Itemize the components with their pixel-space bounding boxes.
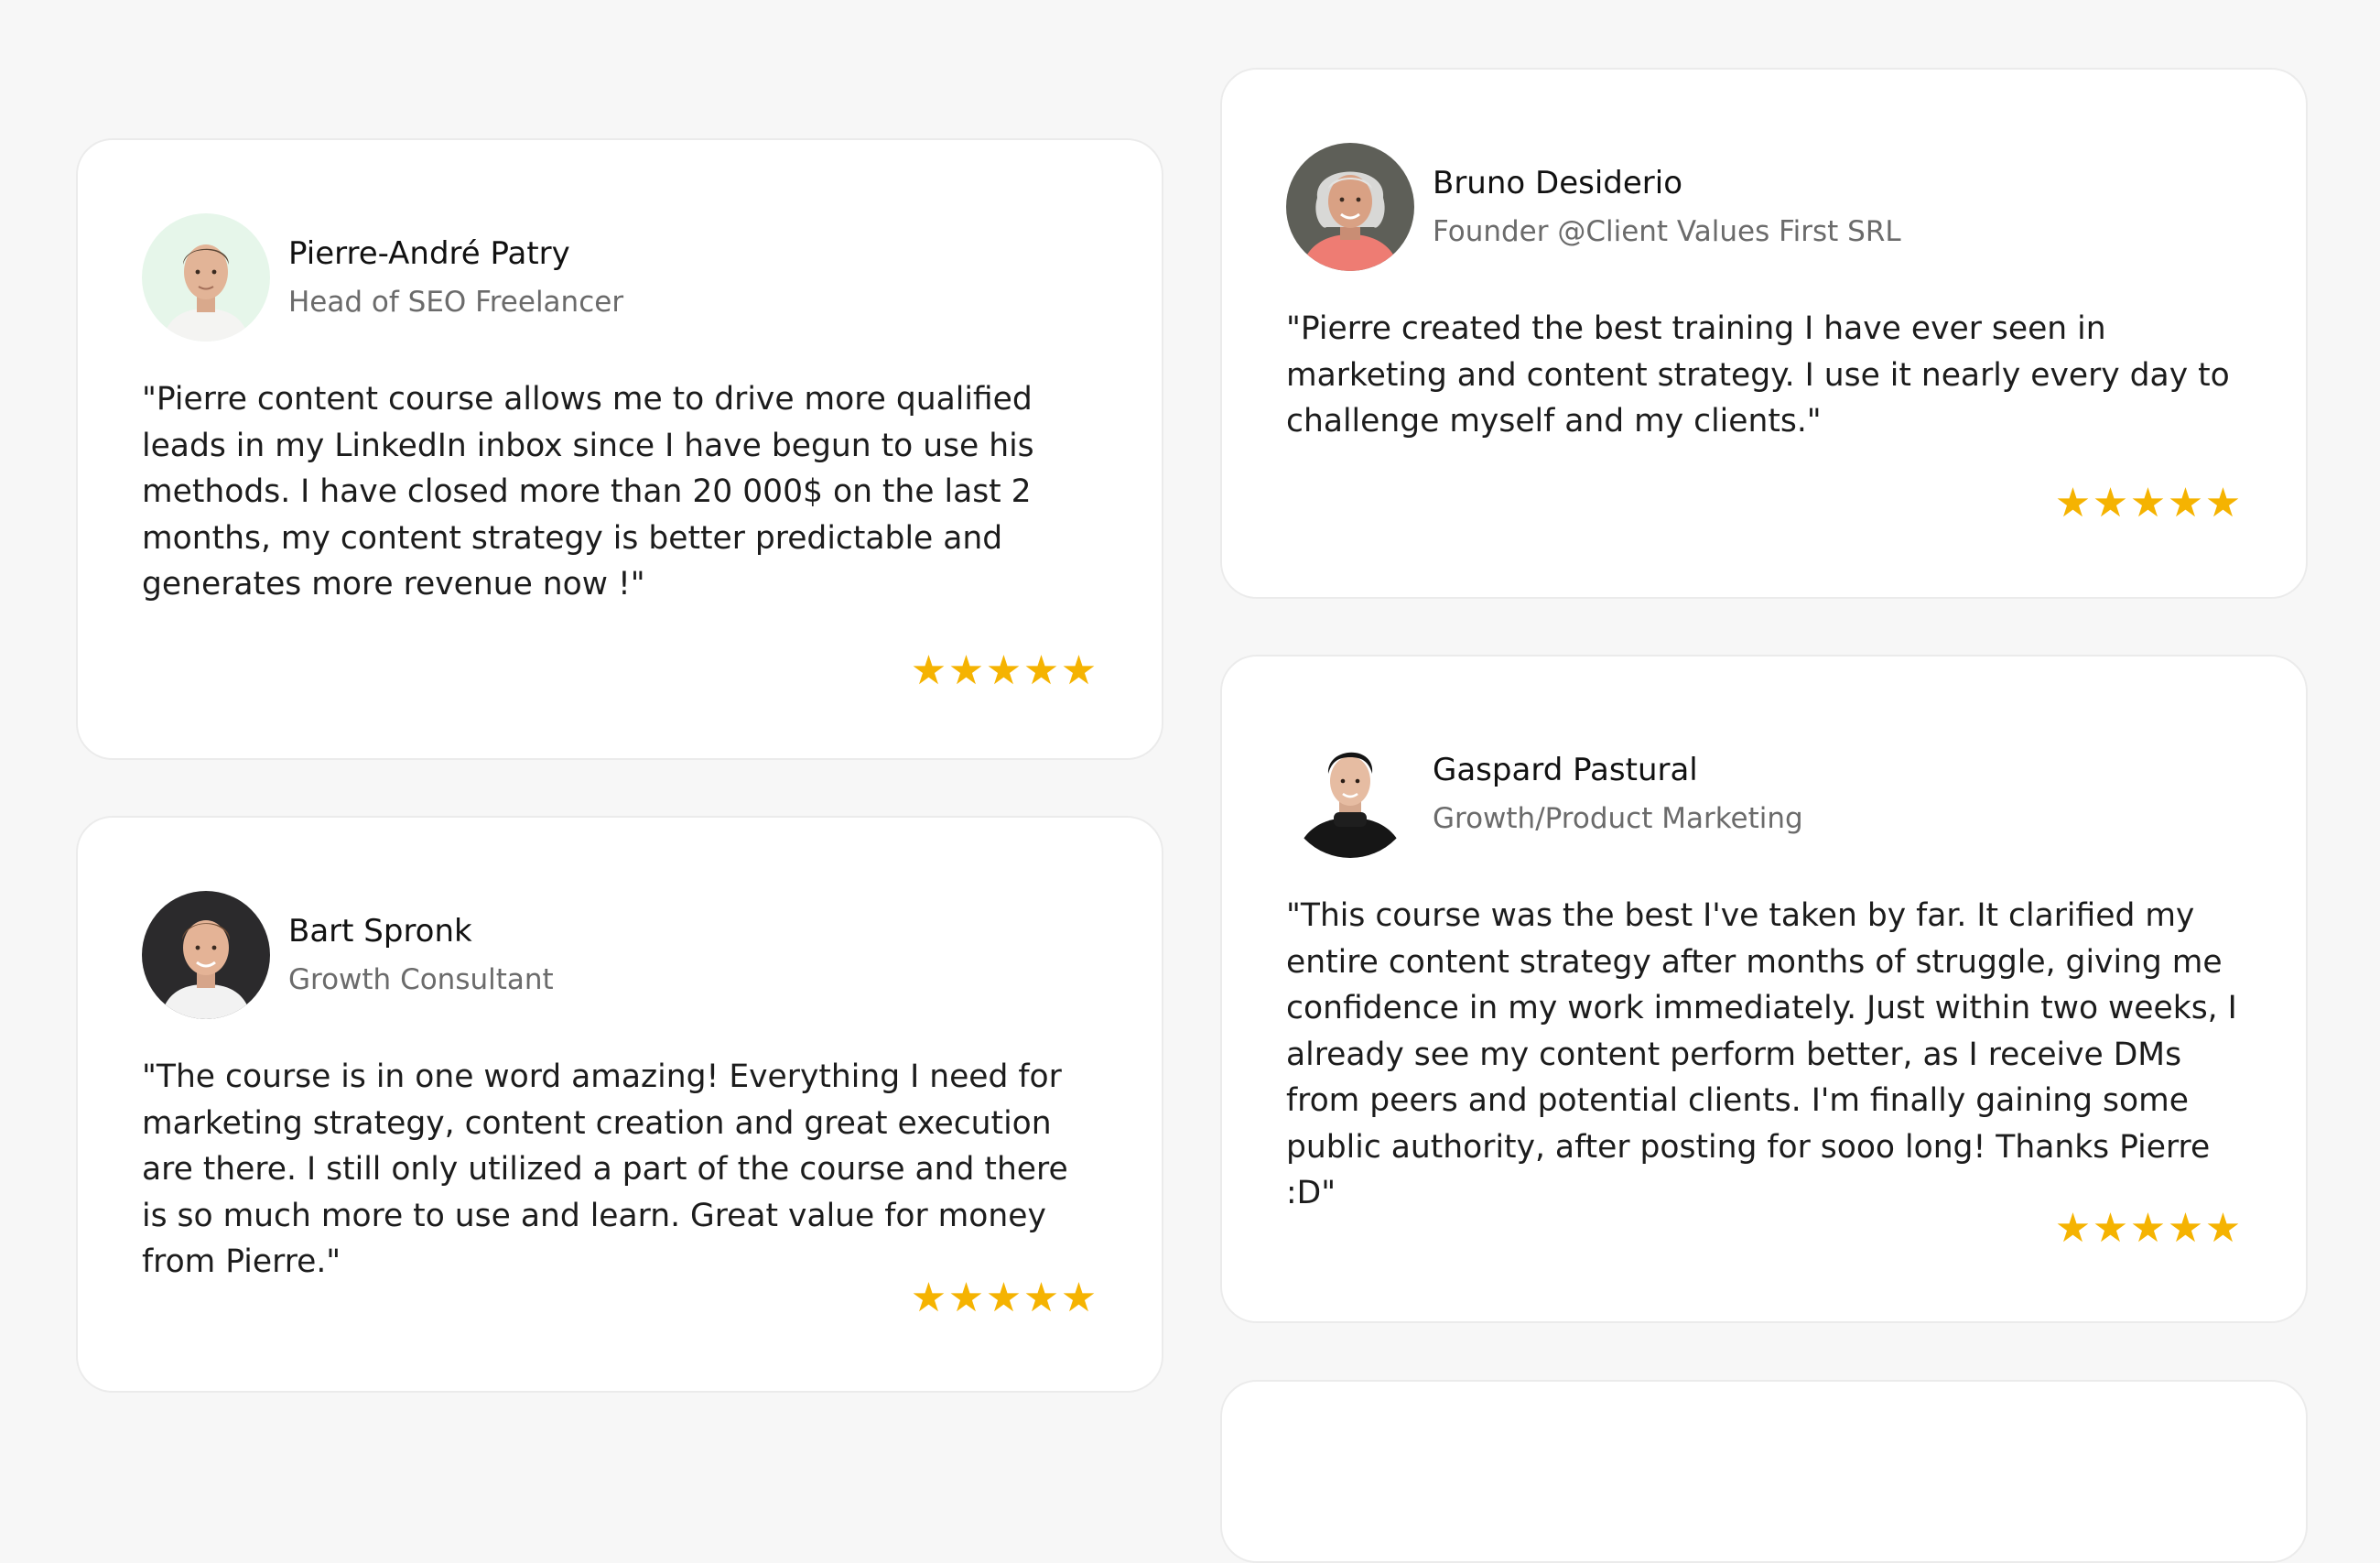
avatar-photo <box>142 891 270 1019</box>
star-icon: ★ <box>1022 1275 1060 1321</box>
star-icon: ★ <box>1022 647 1060 694</box>
testimonial-quote: "Pierre created the best training I have… <box>1286 310 2230 440</box>
star-rating: ★ ★ ★ ★ ★ <box>2054 481 2242 526</box>
star-icon: ★ <box>2167 480 2204 526</box>
avatar <box>1286 730 1414 858</box>
star-rating: ★ ★ ★ ★ ★ <box>2054 1206 2242 1252</box>
author-role: Founder @Client Values First SRL <box>1433 215 1901 248</box>
author-name: Bart Spronk <box>288 913 472 950</box>
author-role: Head of SEO Freelancer <box>288 286 624 319</box>
testimonial-card: Bruno Desiderio Founder @Client Values F… <box>1220 68 2308 599</box>
author-name: Gaspard Pastural <box>1433 752 1698 788</box>
testimonial-card: Bart Spronk Growth Consultant "The cours… <box>76 816 1163 1393</box>
avatar-photo <box>142 213 270 342</box>
star-icon: ★ <box>2092 1205 2129 1252</box>
star-icon: ★ <box>2129 480 2167 526</box>
author-name: Pierre-André Patry <box>288 235 570 272</box>
star-icon: ★ <box>2167 1205 2204 1252</box>
star-icon: ★ <box>2092 480 2129 526</box>
star-icon: ★ <box>985 647 1022 694</box>
testimonial-header: Pierre-André Patry Head of SEO Freelance… <box>142 213 623 342</box>
star-icon: ★ <box>1060 1275 1098 1321</box>
star-icon: ★ <box>947 647 985 694</box>
testimonial-header: Bart Spronk Growth Consultant <box>142 891 554 1019</box>
testimonial-quote: "The course is in one word amazing! Ever… <box>142 1058 1068 1280</box>
star-icon: ★ <box>2054 1205 2092 1252</box>
star-icon: ★ <box>2054 480 2092 526</box>
star-icon: ★ <box>2129 1205 2167 1252</box>
author-role: Growth Consultant <box>288 963 554 996</box>
avatar-photo <box>1286 143 1414 271</box>
author-name: Bruno Desiderio <box>1433 165 1682 201</box>
star-icon: ★ <box>1060 647 1098 694</box>
star-rating: ★ ★ ★ ★ ★ <box>910 1275 1098 1321</box>
star-icon: ★ <box>985 1275 1022 1321</box>
star-rating: ★ ★ ★ ★ ★ <box>910 648 1098 694</box>
avatar <box>142 891 270 1019</box>
star-icon: ★ <box>910 1275 947 1321</box>
star-icon: ★ <box>2204 480 2242 526</box>
star-icon: ★ <box>910 647 947 694</box>
testimonial-header: Bruno Desiderio Founder @Client Values F… <box>1286 143 1901 271</box>
avatar <box>1286 143 1414 271</box>
avatar-photo <box>1286 730 1414 858</box>
star-icon: ★ <box>947 1275 985 1321</box>
star-icon: ★ <box>2204 1205 2242 1252</box>
testimonial-card <box>1220 1380 2308 1563</box>
avatar <box>142 213 270 342</box>
author-role: Growth/Product Marketing <box>1433 802 1803 835</box>
testimonial-card: Pierre-André Patry Head of SEO Freelance… <box>76 138 1163 760</box>
testimonial-quote: "Pierre content course allows me to driv… <box>142 381 1034 602</box>
testimonial-quote: "This course was the best I've taken by … <box>1286 897 2237 1211</box>
testimonial-card: Gaspard Pastural Growth/Product Marketin… <box>1220 655 2308 1323</box>
testimonial-header: Gaspard Pastural Growth/Product Marketin… <box>1286 730 1803 858</box>
